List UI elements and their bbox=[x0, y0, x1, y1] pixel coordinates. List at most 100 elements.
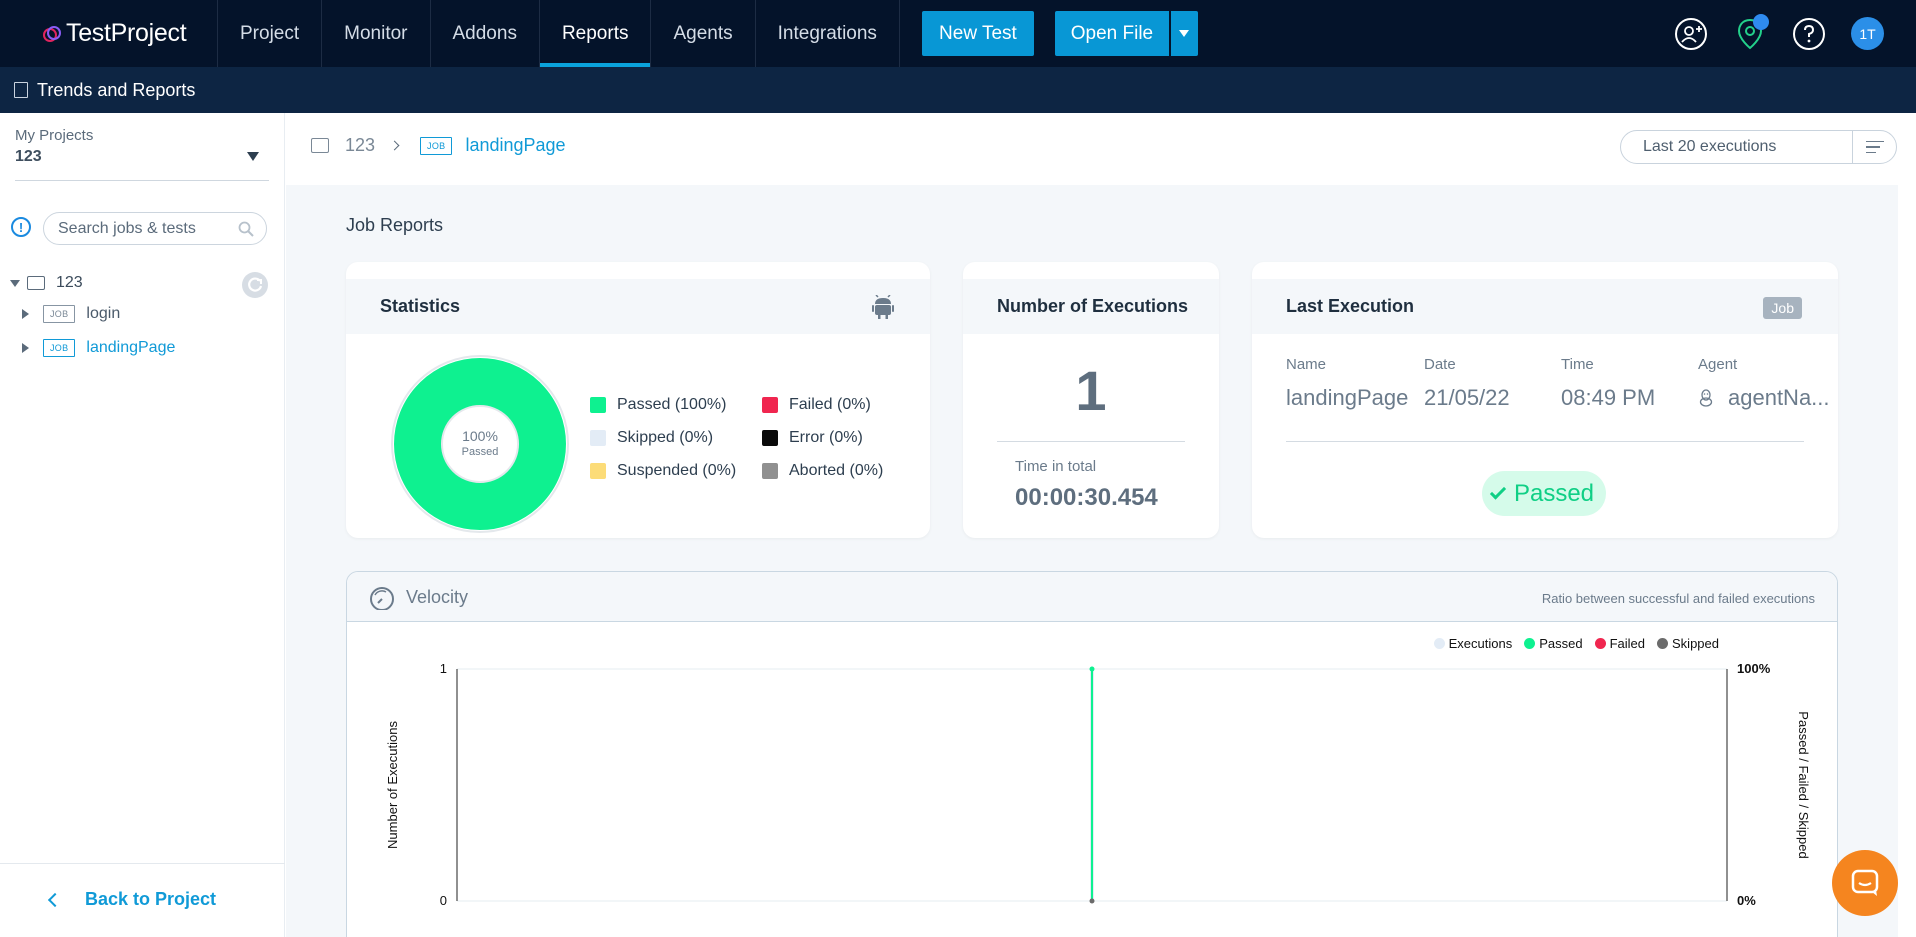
chevron-left-icon bbox=[47, 892, 63, 907]
open-file-button[interactable]: Open File bbox=[1054, 11, 1169, 56]
back-to-project-link[interactable]: Back to Project bbox=[47, 889, 217, 910]
executions-title: Number of Executions bbox=[997, 296, 1189, 316]
last-exec-date: Date 21/05/22 bbox=[1424, 356, 1510, 410]
legend-skipped: Skipped (0%) bbox=[590, 429, 762, 447]
legend-passed: Passed (100%) bbox=[590, 396, 762, 414]
logo-icon bbox=[43, 25, 61, 42]
new-test-button[interactable]: New Test bbox=[921, 11, 1034, 56]
caret-down-icon bbox=[1179, 30, 1190, 37]
job-reports-title: Job Reports bbox=[346, 215, 444, 235]
testproject-logo[interactable]: TestProject bbox=[0, 0, 218, 67]
status-badge: Passed bbox=[1482, 471, 1606, 516]
help-icon[interactable] bbox=[1792, 17, 1826, 51]
nav-agents[interactable]: Agents bbox=[651, 0, 756, 67]
agent-name: agentNa... bbox=[1728, 385, 1830, 410]
legend-aborted: Aborted (0%) bbox=[762, 462, 902, 480]
sidebar: My Projects 123 ! 123 JOB login JOB land… bbox=[0, 113, 285, 937]
velocity-chart: 0 1 0% 100% Number of Executions Passed / Fai… bbox=[385, 661, 1811, 908]
folder-icon bbox=[27, 276, 45, 290]
donut-percent: 100% bbox=[462, 428, 498, 444]
project-dropdown-icon[interactable] bbox=[247, 152, 259, 161]
my-projects-label: My Projects bbox=[15, 127, 94, 144]
chat-support-button[interactable] bbox=[1832, 850, 1898, 916]
refresh-icon[interactable] bbox=[242, 272, 268, 298]
y2-tick-label: 100% bbox=[1737, 661, 1771, 676]
search-icon[interactable] bbox=[238, 221, 254, 237]
folder-icon bbox=[311, 138, 329, 153]
nav-project[interactable]: Project bbox=[218, 0, 323, 67]
nav-integrations[interactable]: Integrations bbox=[756, 0, 900, 67]
statistics-card: Statistics 100% Passed Passed (100%) Fai… bbox=[346, 262, 930, 538]
tree-item-landingpage[interactable]: JOB landingPage bbox=[22, 339, 175, 357]
tree-root-folder[interactable]: 123 bbox=[10, 274, 83, 292]
legend-swatch bbox=[590, 397, 606, 413]
y-axis-title: Number of Executions bbox=[385, 721, 400, 849]
android-icon bbox=[872, 295, 894, 319]
nav-addons[interactable]: Addons bbox=[431, 0, 540, 67]
info-icon[interactable]: ! bbox=[11, 217, 31, 237]
expand-right-icon[interactable] bbox=[22, 309, 29, 319]
expand-down-icon[interactable] bbox=[10, 279, 20, 287]
executions-header: Number of Executions bbox=[963, 279, 1219, 334]
legend-failed: Failed (0%) bbox=[762, 396, 902, 414]
open-file-dropdown-button[interactable] bbox=[1170, 11, 1198, 56]
executions-filter[interactable]: Last 20 executions bbox=[1620, 130, 1897, 164]
y-tick-label: 1 bbox=[440, 661, 447, 676]
back-label: Back to Project bbox=[85, 889, 217, 909]
job-tag: JOB bbox=[43, 305, 76, 323]
legend-swatch bbox=[590, 430, 606, 446]
nav-reports[interactable]: Reports bbox=[539, 0, 652, 67]
skipped-point bbox=[1089, 898, 1095, 904]
last-exec-agent: Agent agentNa... bbox=[1698, 356, 1830, 410]
executions-filter-label[interactable]: Last 20 executions bbox=[1621, 131, 1853, 163]
statistics-title: Statistics bbox=[380, 296, 461, 316]
add-user-icon[interactable] bbox=[1674, 17, 1708, 51]
search-input[interactable] bbox=[58, 219, 228, 238]
donut-label: Passed bbox=[462, 446, 499, 458]
last-execution-card: Last Execution Job Name landingPage Date… bbox=[1252, 262, 1838, 538]
top-navigation-bar: TestProject Project Monitor Addons Repor… bbox=[0, 0, 1916, 67]
linux-penguin-icon bbox=[1699, 389, 1713, 407]
legend-swatch bbox=[762, 430, 778, 446]
executions-card: Number of Executions 1 Time in total 00:… bbox=[963, 262, 1219, 538]
y2-tick-label: 0% bbox=[1737, 893, 1756, 908]
last-execution-title: Last Execution bbox=[1286, 296, 1415, 316]
divider bbox=[1286, 441, 1804, 442]
project-selector[interactable]: 123 bbox=[15, 148, 42, 166]
last-exec-name: Name landingPage bbox=[1286, 356, 1409, 411]
nav-monitor[interactable]: Monitor bbox=[322, 0, 431, 67]
legend-swatch bbox=[590, 463, 606, 479]
search-box bbox=[43, 212, 267, 245]
divider bbox=[997, 441, 1185, 442]
last-exec-name-value[interactable]: landingPage bbox=[1286, 385, 1408, 411]
checkmark-icon bbox=[1489, 482, 1507, 500]
tree-item-login[interactable]: JOB login bbox=[22, 305, 120, 323]
breadcrumb: 123 JOB landingPage bbox=[311, 135, 566, 156]
passed-point bbox=[1089, 666, 1095, 672]
chevron-right-icon bbox=[389, 140, 400, 151]
section-bar: Trends and Reports bbox=[0, 67, 1916, 113]
document-icon bbox=[14, 82, 28, 98]
velocity-panel: Velocity Ratio between successful and fa… bbox=[346, 571, 1838, 937]
breadcrumb-current: landingPage bbox=[465, 135, 566, 155]
executions-count: 1 bbox=[1075, 359, 1107, 422]
last-execution-header: Last Execution bbox=[1252, 279, 1838, 334]
tree-item-label: login bbox=[86, 305, 121, 322]
chat-icon bbox=[1851, 869, 1879, 896]
filter-lines-icon[interactable] bbox=[1853, 140, 1896, 154]
last-exec-time: Time 08:49 PM bbox=[1561, 356, 1656, 410]
job-tag: JOB bbox=[43, 339, 76, 357]
breadcrumb-folder[interactable]: 123 bbox=[345, 135, 375, 156]
divider bbox=[0, 863, 285, 864]
tree-item-label: landingPage bbox=[86, 339, 176, 356]
y2-axis-title: Passed / Failed / Skipped bbox=[1796, 711, 1811, 858]
y-tick-label: 0 bbox=[440, 893, 447, 908]
notification-dot bbox=[1753, 13, 1769, 30]
expand-right-icon[interactable] bbox=[22, 343, 29, 353]
legend-swatch bbox=[762, 397, 778, 413]
divider bbox=[15, 180, 269, 181]
location-shield-icon[interactable] bbox=[1733, 13, 1769, 51]
statistics-header: Statistics bbox=[346, 279, 930, 334]
legend-error: Error (0%) bbox=[762, 429, 902, 447]
user-avatar[interactable]: 1T bbox=[1851, 17, 1884, 50]
